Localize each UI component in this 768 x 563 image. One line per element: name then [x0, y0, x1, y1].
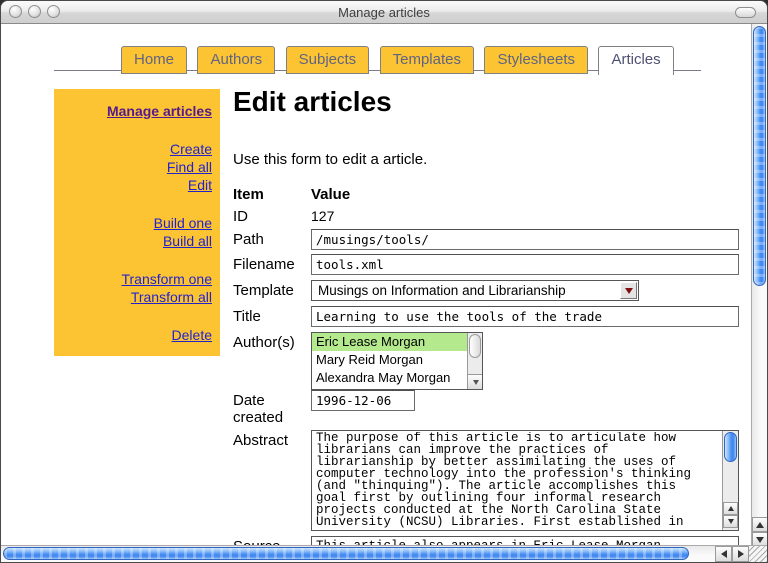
- edit-article-form: Item Value ID 127 Path Filename Template…: [233, 184, 739, 547]
- abstract-textarea[interactable]: The purpose of this article is to articu…: [311, 430, 739, 531]
- id-value: 127: [311, 206, 334, 224]
- sidebar-link-transform-one[interactable]: Transform one: [60, 270, 212, 288]
- author-option[interactable]: Eric Lease Morgan: [312, 333, 482, 351]
- sidebar-link-manage-articles[interactable]: Manage articles: [60, 102, 212, 120]
- vertical-scroll-arrows: [752, 517, 768, 547]
- textarea-scroll-down-button[interactable]: [723, 515, 738, 528]
- listbox-scroll-down-button[interactable]: [468, 374, 483, 389]
- abstract-text: The purpose of this article is to articu…: [316, 432, 718, 528]
- form-row-date-created: Date created: [233, 390, 739, 426]
- arrow-down-icon: [473, 380, 479, 385]
- id-label: ID: [233, 206, 311, 225]
- abstract-label: Abstract: [233, 430, 311, 449]
- arrow-down-icon: [756, 537, 764, 543]
- horizontal-scrollbar-thumb[interactable]: [3, 547, 689, 560]
- column-header-value: Value: [311, 184, 389, 203]
- textarea-scroll-arrows: [723, 502, 739, 528]
- sidebar-group: Delete: [60, 326, 212, 344]
- arrow-down-icon: [728, 519, 734, 524]
- sidebar-link-edit[interactable]: Edit: [60, 176, 212, 194]
- chevron-down-icon: [625, 288, 633, 294]
- page-viewport: Home Authors Subjects Templates Styleshe…: [1, 24, 753, 547]
- template-select[interactable]: Musings on Information and Librarianship: [311, 280, 639, 301]
- author-option[interactable]: Alexandra May Morgan: [312, 369, 482, 387]
- sidebar-link-build-all[interactable]: Build all: [60, 232, 212, 250]
- intro-text: Use this form to edit a article.: [233, 151, 427, 168]
- arrow-up-icon: [728, 506, 734, 511]
- scroll-up-button[interactable]: [752, 517, 768, 532]
- form-row-title: Title: [233, 306, 739, 327]
- sidebar-link-create[interactable]: Create: [60, 140, 212, 158]
- sidebar-link-build-one[interactable]: Build one: [60, 214, 212, 232]
- column-header-item: Item: [233, 184, 311, 203]
- textarea-scroll-up-button[interactable]: [723, 502, 738, 515]
- tab-bar: Home Authors Subjects Templates Styleshe…: [121, 46, 680, 75]
- sidebar-group: Build one Build all: [60, 214, 212, 250]
- tab-authors[interactable]: Authors: [197, 46, 275, 74]
- sidebar-link-delete[interactable]: Delete: [60, 326, 212, 344]
- horizontal-scroll-arrows: [715, 546, 749, 562]
- author-option[interactable]: Mary Reid Morgan: [312, 351, 482, 369]
- window-resize-grip[interactable]: [749, 546, 768, 562]
- scroll-left-button[interactable]: [715, 546, 732, 562]
- tab-templates[interactable]: Templates: [380, 46, 474, 74]
- tab-home[interactable]: Home: [121, 46, 187, 74]
- vertical-scrollbar-thumb[interactable]: [753, 26, 766, 286]
- select-dropdown-button[interactable]: [620, 282, 637, 299]
- page-title: Edit articles: [233, 87, 392, 117]
- tab-articles[interactable]: Articles: [598, 46, 673, 75]
- sidebar-group: Create Find all Edit: [60, 140, 212, 194]
- window-title: Manage articles: [1, 5, 767, 20]
- title-label: Title: [233, 306, 311, 325]
- listbox-scrollbar-thumb[interactable]: [469, 334, 481, 358]
- path-input[interactable]: [311, 229, 739, 250]
- form-row-abstract: Abstract The purpose of this article is …: [233, 430, 739, 531]
- arrow-right-icon: [738, 550, 744, 558]
- title-input[interactable]: [311, 306, 739, 327]
- arrow-left-icon: [721, 550, 727, 558]
- window-titlebar[interactable]: Manage articles: [1, 1, 767, 24]
- toolbar-toggle-icon[interactable]: [735, 7, 756, 18]
- sidebar-link-find-all[interactable]: Find all: [60, 158, 212, 176]
- form-row-filename: Filename: [233, 254, 739, 275]
- sidebar-group: Manage articles: [60, 102, 212, 120]
- browser-window: Manage articles Home Authors Subjects Te…: [0, 0, 768, 563]
- filename-label: Filename: [233, 254, 311, 273]
- tab-subjects[interactable]: Subjects: [286, 46, 370, 74]
- template-selected-value: Musings on Information and Librarianship: [312, 283, 619, 298]
- sidebar-group: Transform one Transform all: [60, 270, 212, 306]
- authors-listbox[interactable]: Eric Lease Morgan Mary Reid Morgan Alexa…: [311, 332, 483, 390]
- arrow-up-icon: [756, 522, 764, 528]
- path-label: Path: [233, 229, 311, 248]
- tab-stylesheets[interactable]: Stylesheets: [484, 46, 588, 74]
- authors-label: Author(s): [233, 332, 311, 351]
- sidebar-link-transform-all[interactable]: Transform all: [60, 288, 212, 306]
- textarea-scrollbar[interactable]: [722, 431, 738, 530]
- form-row-template: Template Musings on Information and Libr…: [233, 280, 739, 301]
- template-label: Template: [233, 280, 311, 299]
- form-row-authors: Author(s) Eric Lease Morgan Mary Reid Mo…: [233, 332, 739, 390]
- form-row-path: Path: [233, 229, 739, 250]
- form-row-id: ID 127: [233, 206, 739, 225]
- textarea-scrollbar-thumb[interactable]: [724, 432, 737, 462]
- horizontal-scrollbar[interactable]: [1, 545, 768, 562]
- sidebar: Manage articles Create Find all Edit Bui…: [54, 89, 220, 356]
- filename-input[interactable]: [311, 254, 739, 275]
- form-header-row: Item Value: [233, 184, 739, 203]
- scroll-right-button[interactable]: [732, 546, 749, 562]
- date-created-label: Date created: [233, 390, 311, 426]
- date-created-input[interactable]: [311, 390, 415, 411]
- listbox-scrollbar[interactable]: [467, 333, 482, 389]
- vertical-scrollbar[interactable]: [751, 24, 767, 547]
